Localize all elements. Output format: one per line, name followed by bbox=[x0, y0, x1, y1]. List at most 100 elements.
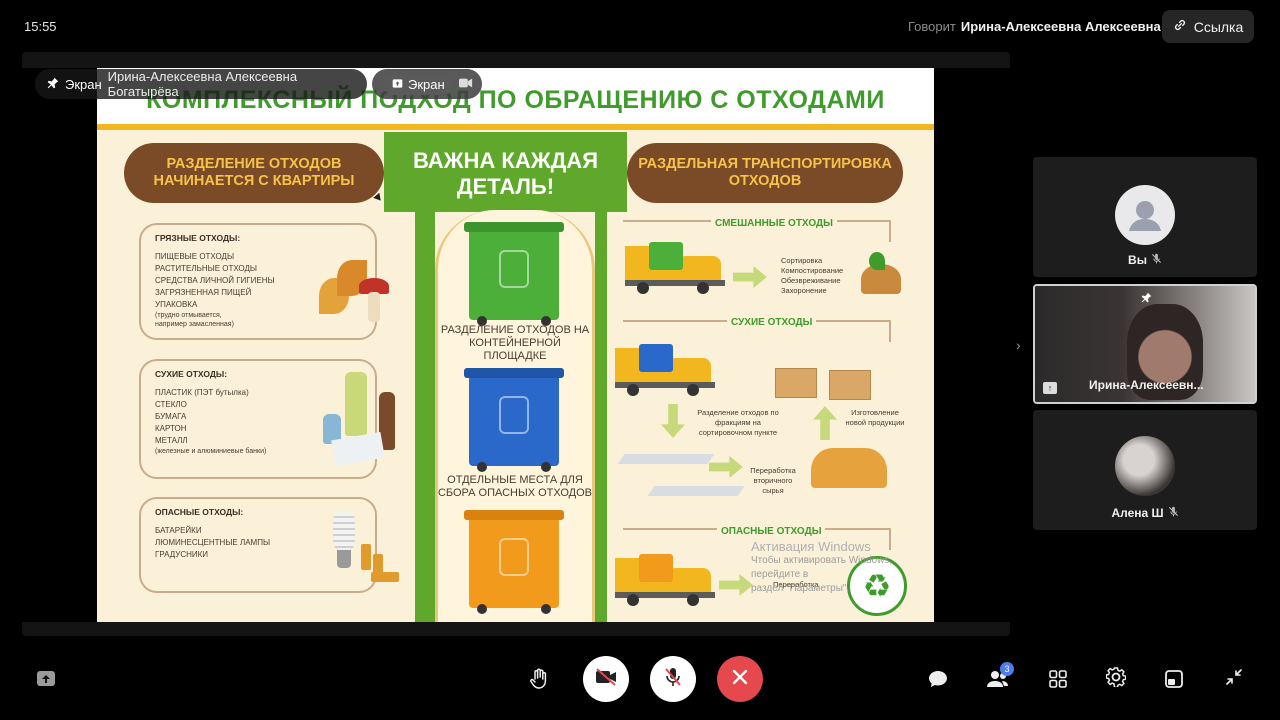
chevron-right-icon[interactable]: › bbox=[1016, 337, 1021, 353]
close-icon bbox=[732, 669, 748, 690]
truck-hazardous-icon bbox=[615, 554, 715, 608]
camera-off-icon bbox=[595, 667, 617, 691]
mic-off-icon bbox=[1151, 253, 1162, 267]
mic-off-icon bbox=[664, 667, 682, 692]
mic-off-icon bbox=[1168, 506, 1179, 520]
dry-heading: СУХИЕ ОТХОДЫ: bbox=[155, 369, 228, 379]
sorting-line-icon bbox=[617, 454, 715, 464]
exit-fullscreen-button[interactable] bbox=[1222, 667, 1246, 691]
copy-link-label: Ссылка bbox=[1193, 18, 1244, 35]
arrow-icon bbox=[733, 266, 767, 288]
participant-tile[interactable]: Алена Ш bbox=[1033, 410, 1257, 530]
screen-tag-pill[interactable]: Экран bbox=[372, 69, 482, 99]
screen-share-tag[interactable]: Экран bbox=[384, 73, 453, 95]
speaking-name: Ирина-Алексеевна Алексеевна Б. bbox=[960, 19, 1178, 34]
dry-note: (железные и алюминиевые банки) bbox=[155, 448, 267, 455]
clock: 15:55 bbox=[24, 19, 57, 34]
truck-dry-icon bbox=[615, 344, 715, 398]
battery-icon bbox=[371, 572, 399, 582]
participant-name: Алена Ш bbox=[1033, 506, 1257, 520]
box-icon bbox=[829, 370, 871, 400]
mixed-steps: Сортировка Компостирование Обезвреживани… bbox=[781, 256, 843, 296]
lamp-base-icon bbox=[337, 550, 351, 568]
grid-layout-button[interactable] bbox=[1046, 667, 1070, 691]
bottle-icon bbox=[345, 372, 367, 436]
dry-text-recycling: Переработка вторичного сырья bbox=[750, 466, 796, 495]
mixed-step: Захоронение bbox=[781, 286, 827, 295]
watermark-line: раздел "Параметры". bbox=[751, 583, 850, 594]
raise-hand-button[interactable] bbox=[527, 667, 551, 691]
arrow-icon bbox=[719, 574, 753, 596]
gear-icon bbox=[1105, 666, 1127, 692]
hazardous-heading: ОПАСНЫЕ ОТХОДЫ: bbox=[155, 507, 244, 517]
stage-top-bar bbox=[22, 52, 1010, 68]
end-call-button[interactable] bbox=[717, 656, 763, 702]
presenter-pill[interactable]: Экран Ирина-Алексеевна Алексеевна Богаты… bbox=[35, 69, 367, 99]
participant-name: Ирина-Алексеевн... bbox=[1089, 378, 1204, 392]
mixed-step: Обезвреживание bbox=[781, 276, 841, 285]
hazardous-label: ОПАСНЫЕ ОТХОДЫ bbox=[717, 526, 826, 537]
hazardous-item: ГРАДУСНИКИ bbox=[155, 550, 209, 559]
arrow-icon bbox=[709, 456, 743, 478]
hazardous-item: ЛЮМИНЕСЦЕНТНЫЕ ЛАМПЫ bbox=[155, 538, 271, 547]
dirty-item: ПИЩЕВЫЕ ОТХОДЫ bbox=[155, 252, 235, 261]
participant-tile-active[interactable]: ↑ Ирина-Алексеевн... bbox=[1033, 284, 1257, 404]
arrow-down-icon bbox=[661, 404, 685, 438]
participant-tile[interactable]: Вы bbox=[1033, 157, 1257, 277]
presenter-mode-label: Экран bbox=[65, 76, 102, 92]
watermark-title: Активация Windows bbox=[751, 539, 871, 554]
stage-bottom-bar bbox=[22, 622, 1010, 636]
layout-toggle-button[interactable] bbox=[1162, 667, 1186, 691]
mixed-step: Сортировка bbox=[781, 256, 823, 265]
share-screen-button[interactable] bbox=[34, 667, 58, 691]
mushroom-stem-icon bbox=[368, 292, 380, 322]
sorting-line-icon bbox=[647, 486, 745, 496]
chat-button[interactable] bbox=[926, 667, 950, 691]
pin-icon bbox=[1141, 292, 1152, 306]
copy-link-button[interactable]: Ссылка bbox=[1162, 10, 1254, 43]
orange-bin-icon bbox=[464, 510, 564, 614]
settings-button[interactable] bbox=[1104, 666, 1128, 692]
avatar bbox=[1115, 185, 1175, 245]
screen-share-icon bbox=[392, 77, 403, 92]
pin-icon bbox=[47, 77, 59, 92]
bin-caption-container-site: РАЗДЕЛЕНИЕ ОТХОДОВ НА КОНТЕЙНЕРНОЙ ПЛОЩА… bbox=[440, 324, 590, 362]
mixed-step: Компостирование bbox=[781, 266, 844, 275]
center-green-left bbox=[415, 210, 435, 622]
dry-label: СУХИЕ ОТХОДЫ bbox=[727, 317, 817, 328]
video-camera-icon[interactable] bbox=[458, 77, 473, 92]
dry-item: ПЛАСТИК (ПЭТ бутылка) bbox=[155, 388, 249, 397]
hazardous-item: БАТАРЕЙКИ bbox=[155, 526, 202, 535]
shared-screen[interactable]: КОМПЛЕКСНЫЙ ПОДХОД ПО ОБРАЩЕНИЮ С ОТХОДА… bbox=[97, 68, 934, 622]
dry-item: СТЕКЛО bbox=[155, 400, 187, 409]
truck-mixed-icon bbox=[625, 242, 725, 296]
mixed-label: СМЕШАННЫЕ ОТХОДЫ bbox=[711, 218, 837, 229]
active-speaker: Говорит Ирина-Алексеевна Алексеевна Б. bbox=[908, 19, 1177, 34]
dirty-item: РАСТИТЕЛЬНЫЕ ОТХОДЫ bbox=[155, 264, 257, 273]
box-icon bbox=[775, 368, 817, 398]
green-bin-icon bbox=[464, 222, 564, 326]
dry-text-new-products: Изготовление новой продукции bbox=[845, 408, 905, 427]
sprout-icon bbox=[869, 252, 885, 270]
dirty-heading: ГРЯЗНЫЕ ОТХОДЫ: bbox=[155, 233, 241, 243]
screen-tag-label: Экран bbox=[408, 76, 445, 92]
right-ribbon: РАЗДЕЛЬНАЯ ТРАНСПОРТИРОВКА ОТХОДОВ bbox=[627, 143, 903, 203]
speaking-label: Говорит bbox=[908, 19, 956, 34]
dry-text-sorting: Разделение отходов по фракциям на сортир… bbox=[697, 408, 779, 437]
avatar bbox=[1115, 436, 1175, 496]
presenter-name: Ирина-Алексеевна Алексеевна Богатырёва bbox=[107, 69, 298, 99]
microphone-off-button[interactable] bbox=[650, 656, 696, 702]
camera-off-button[interactable] bbox=[583, 656, 629, 702]
center-title: ВАЖНА КАЖДАЯ ДЕТАЛЬ! bbox=[412, 148, 599, 199]
watermark-line: Чтобы активировать Windows, перейдите в bbox=[751, 555, 893, 580]
participant-name-text: Вы bbox=[1128, 253, 1147, 267]
blue-bin-icon bbox=[464, 368, 564, 472]
lamp-icon bbox=[333, 512, 355, 550]
participant-name-text: Алена Ш bbox=[1111, 506, 1164, 520]
left-ribbon: РАЗДЕЛЕНИЕ ОТХОДОВ НАЧИНАЕТСЯ С КВАРТИРЫ bbox=[124, 143, 384, 203]
recycling-plant-icon bbox=[811, 448, 887, 488]
center-green-right bbox=[595, 210, 607, 622]
link-icon bbox=[1173, 18, 1187, 35]
collapse-icon bbox=[1226, 668, 1242, 690]
bin-caption-hazardous: ОТДЕЛЬНЫЕ МЕСТА ДЛЯ СБОРА ОПАСНЫХ ОТХОДО… bbox=[437, 474, 593, 499]
